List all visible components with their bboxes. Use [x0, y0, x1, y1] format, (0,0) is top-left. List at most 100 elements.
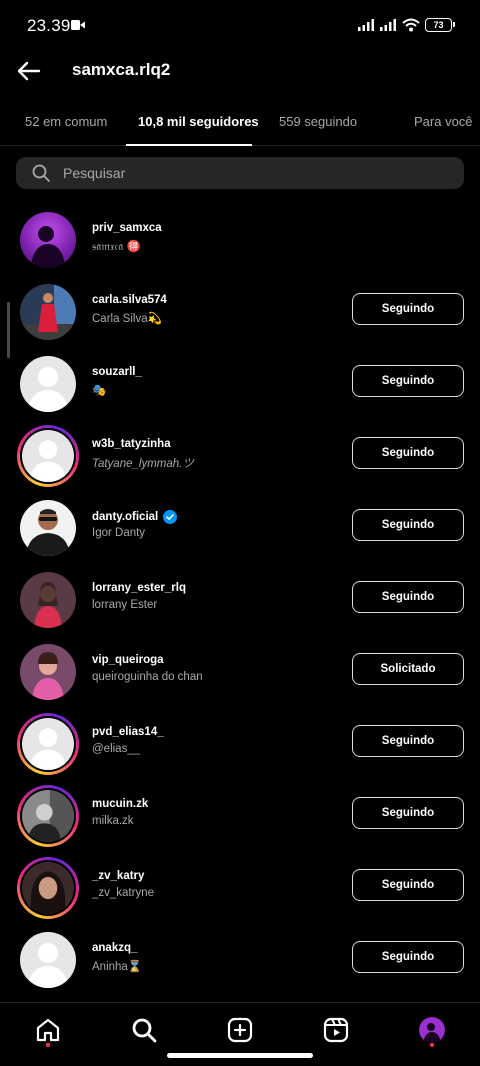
arrow-left-icon	[17, 61, 41, 81]
default-avatar-icon	[20, 356, 76, 412]
status-time: 23.39	[27, 16, 71, 35]
avatar-image	[20, 500, 76, 556]
requested-button[interactable]: Solicitado	[352, 653, 464, 685]
battery-level: 73	[433, 20, 444, 30]
create-icon[interactable]	[227, 1017, 253, 1043]
back-button[interactable]	[14, 56, 44, 86]
list-item[interactable]: pvd_elias14_ @elias__ Seguindo	[0, 705, 480, 777]
avatar-ring-gap	[20, 716, 76, 772]
username[interactable]: pvd_elias14_	[92, 726, 164, 738]
verified-badge-icon	[163, 510, 178, 524]
username[interactable]: w3b_tatyzinha	[92, 438, 171, 450]
search-icon	[32, 164, 50, 182]
status-bar: 23.39 73	[0, 0, 480, 52]
username[interactable]: lorrany_ester_rlq	[92, 582, 186, 594]
profile-notification-dot	[430, 1043, 434, 1047]
list-item[interactable]: priv_samxca 𝔰𝔞𝔪𝔵𝔠𝔞 🉐	[0, 201, 480, 273]
username[interactable]: souzarll_	[92, 366, 142, 378]
full-name: milka.zk	[92, 815, 134, 827]
full-name: @elias__	[92, 743, 141, 755]
system-icons: 73	[358, 17, 455, 33]
wifi-icon	[402, 18, 420, 32]
username[interactable]: danty.oficial	[92, 510, 178, 524]
header: samxca.rlq2	[0, 52, 480, 92]
page-title: samxca.rlq2	[72, 60, 171, 79]
signal-2-icon	[380, 19, 396, 31]
full-name: Aninha⌛	[92, 961, 143, 973]
reels-icon[interactable]	[323, 1017, 349, 1043]
avatar-image	[20, 284, 76, 340]
full-name: 🎭	[92, 385, 107, 397]
home-indicator[interactable]	[167, 1053, 313, 1058]
list-item[interactable]: danty.oficial Igor Danty Seguindo	[0, 489, 480, 561]
list-item[interactable]: w3b_tatyzinha Tatyane_lymmah.ツ Seguindo	[0, 417, 480, 489]
username[interactable]: priv_samxca	[92, 222, 162, 234]
username[interactable]: mucuin.zk	[92, 798, 148, 810]
username[interactable]: carla.silva574	[92, 294, 167, 306]
default-avatar-icon	[20, 932, 76, 988]
tab-for-you[interactable]: Para você	[414, 114, 473, 129]
list-item[interactable]: souzarll_ 🎭 Seguindo	[0, 345, 480, 417]
list-item[interactable]: carla.silva574 Carla Silva💫 Seguindo	[0, 273, 480, 345]
search-icon[interactable]	[131, 1017, 157, 1043]
search-placeholder: Pesquisar	[63, 165, 126, 181]
following-button[interactable]: Seguindo	[352, 581, 464, 613]
avatar-ring-gap	[20, 788, 76, 844]
username[interactable]: vip_queiroga	[92, 654, 164, 666]
avatar[interactable]	[17, 281, 79, 343]
avatar[interactable]	[17, 209, 79, 271]
username[interactable]: _zv_katry	[92, 870, 144, 882]
following-button[interactable]: Seguindo	[352, 797, 464, 829]
avatar-image	[20, 644, 76, 700]
avatar[interactable]	[17, 641, 79, 703]
full-name: Carla Silva💫	[92, 313, 162, 325]
following-button[interactable]: Seguindo	[352, 365, 464, 397]
following-button[interactable]: Seguindo	[352, 293, 464, 325]
avatar-image	[22, 790, 74, 842]
list-item[interactable]: _zv_katry _zv_katryne Seguindo	[0, 849, 480, 921]
following-button[interactable]: Seguindo	[352, 725, 464, 757]
username[interactable]: anakzq_	[92, 942, 137, 954]
full-name: _zv_katryne	[92, 887, 155, 899]
avatar[interactable]	[17, 353, 79, 415]
video-record-icon	[71, 20, 85, 30]
avatar-image	[22, 862, 74, 914]
tab-mutual[interactable]: 52 em comum	[25, 114, 107, 129]
profile-avatar[interactable]	[419, 1017, 445, 1043]
avatar-story-ring[interactable]	[17, 713, 79, 775]
following-button[interactable]: Seguindo	[352, 941, 464, 973]
signal-icon	[358, 19, 374, 31]
list-item[interactable]: lorrany_ester_rlq lorrany Ester Seguindo	[0, 561, 480, 633]
followers-list: priv_samxca 𝔰𝔞𝔪𝔵𝔠𝔞 🉐 carla.silva574 Carl…	[0, 201, 480, 993]
full-name: Tatyane_lymmah.ツ	[92, 458, 194, 470]
default-avatar-icon	[22, 430, 74, 482]
home-notification-dot	[46, 1043, 50, 1047]
tab-followers[interactable]: 10,8 mil seguidores	[138, 114, 259, 129]
full-name: lorrany Ester	[92, 599, 158, 611]
avatar[interactable]	[17, 569, 79, 631]
search-input[interactable]: Pesquisar	[16, 157, 464, 189]
tab-bar: 52 em comum 10,8 mil seguidores 559 segu…	[0, 104, 480, 146]
tab-following[interactable]: 559 seguindo	[279, 114, 357, 129]
full-name: queiroguinha do chan	[92, 671, 203, 683]
avatar-story-ring[interactable]	[17, 425, 79, 487]
avatar-story-ring[interactable]	[17, 857, 79, 919]
home-icon[interactable]	[35, 1017, 61, 1043]
active-tab-indicator	[126, 144, 252, 146]
avatar-ring-gap	[20, 428, 76, 484]
avatar[interactable]	[17, 497, 79, 559]
following-button[interactable]: Seguindo	[352, 509, 464, 541]
avatar-image	[20, 572, 76, 628]
list-item[interactable]: vip_queiroga queiroguinha do chan Solici…	[0, 633, 480, 705]
avatar[interactable]	[17, 929, 79, 991]
list-item[interactable]: mucuin.zk milka.zk Seguindo	[0, 777, 480, 849]
full-name: 𝔰𝔞𝔪𝔵𝔠𝔞 🉐	[92, 241, 141, 253]
default-avatar-icon	[22, 718, 74, 770]
avatar-story-ring[interactable]	[17, 785, 79, 847]
list-item[interactable]: anakzq_ Aninha⌛ Seguindo	[0, 921, 480, 993]
following-button[interactable]: Seguindo	[352, 437, 464, 469]
full-name: Igor Danty	[92, 527, 146, 539]
avatar-ring-gap	[20, 860, 76, 916]
avatar-image	[20, 212, 76, 268]
following-button[interactable]: Seguindo	[352, 869, 464, 901]
